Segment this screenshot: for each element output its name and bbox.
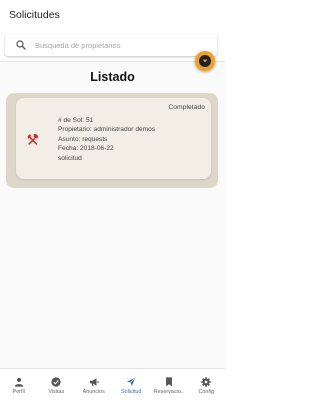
nav-label: Solicitud [121, 388, 142, 395]
request-owner: Propietario: administrador demos [58, 126, 156, 134]
request-card-body[interactable]: Completado # de Sol: 51 Propietario: adm… [16, 98, 211, 179]
request-card[interactable]: Completado # de Sol: 51 Propietario: adm… [6, 93, 218, 188]
app-root: Solicitudes Listado Completado # de Sol:… [0, 0, 225, 400]
nav-item-visitas[interactable]: Visitas [38, 369, 76, 400]
app-bar: Solicitudes [0, 0, 225, 30]
search-bar [0, 30, 225, 62]
nav-item-anuncios[interactable]: Anuncios [75, 369, 113, 400]
nav-item-perfil[interactable]: Perfil [0, 369, 38, 400]
search-icon [16, 40, 26, 50]
page-title: Solicitudes [9, 9, 60, 21]
person-icon [14, 377, 23, 387]
status-badge: Completado [168, 104, 205, 111]
bookmark-icon [165, 376, 172, 387]
nav-label: Anuncios [82, 388, 105, 395]
search-box[interactable] [5, 34, 217, 56]
nav-label: Perfil [12, 388, 25, 395]
megaphone-icon [89, 377, 99, 386]
nav-label: Reservacio... [153, 388, 184, 395]
nav-item-config[interactable]: Config [188, 369, 226, 400]
send-icon [127, 377, 136, 386]
nav-item-reservaciones[interactable]: Reservacio... [150, 369, 188, 400]
request-subject: Asunto: requests [58, 135, 108, 143]
request-type: solicitud [58, 154, 82, 162]
request-details: # de Sol: 51 Propietario: administrador … [58, 116, 155, 163]
bottom-nav: Perfil Visitas Anuncios Solicitud Reserv… [0, 368, 225, 400]
request-date: Fecha: 2018-06-22 [58, 145, 114, 153]
nav-item-solicitud[interactable]: Solicitud [113, 369, 151, 400]
search-input[interactable] [35, 40, 195, 50]
chevron-down-icon [199, 55, 211, 67]
nav-label: Config [198, 388, 215, 395]
nav-label: Visitas [48, 388, 65, 395]
tools-icon [27, 134, 38, 145]
check-circle-icon [51, 376, 61, 387]
expand-button[interactable] [195, 51, 215, 71]
list-heading: Listado [90, 70, 135, 84]
gear-icon [201, 376, 212, 387]
request-number: # de Sol: 51 [58, 117, 94, 124]
